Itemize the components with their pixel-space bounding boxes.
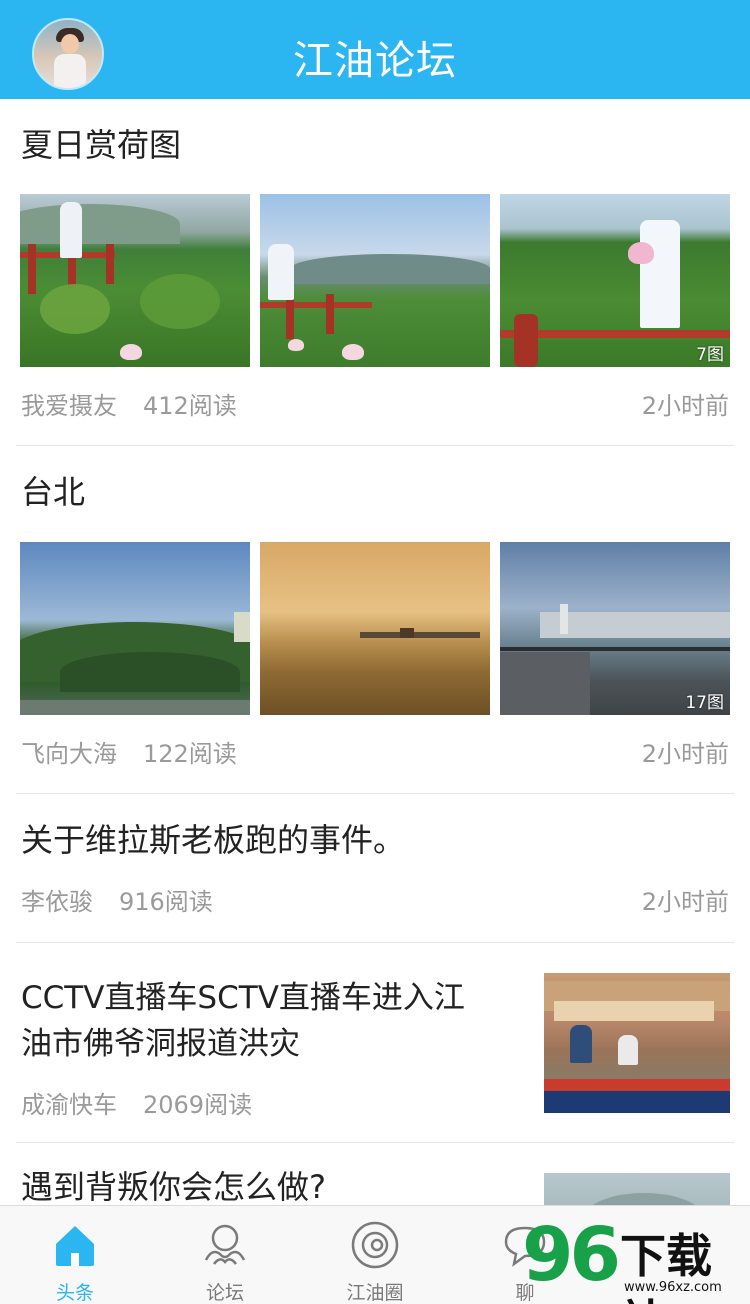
building-shape: [234, 612, 250, 642]
article-image[interactable]: 17图: [500, 542, 730, 715]
person-figure: [618, 1035, 638, 1065]
lotus-flower: [120, 344, 142, 360]
person-figure: [60, 202, 82, 258]
railing-post: [286, 294, 294, 339]
post-time: 2小时前: [641, 888, 729, 916]
app-header: 江油论坛: [0, 0, 750, 99]
article-meta: 成渝快车 2069阅读: [21, 1085, 252, 1120]
tab-headlines[interactable]: 头条: [0, 1206, 150, 1304]
shore: [20, 700, 250, 715]
railing: [260, 302, 372, 308]
article-title: 遇到背叛你会怎么做?: [21, 1168, 326, 1205]
watermark-number: 96: [522, 1212, 621, 1298]
tab-label: 江油圈: [346, 1282, 404, 1304]
article-image[interactable]: [20, 542, 250, 715]
railing: [500, 647, 730, 651]
city-skyline: [540, 612, 730, 638]
island-shape: [360, 632, 480, 638]
tab-label: 头条: [55, 1282, 94, 1304]
tab-forum[interactable]: 论坛: [150, 1206, 300, 1304]
fan-shape: [628, 242, 654, 264]
building-sign: [554, 1001, 714, 1021]
article-title: 夏日赏荷图: [21, 126, 182, 164]
mountain-shape: [290, 254, 490, 284]
article-meta: 飞向大海 122阅读: [21, 734, 237, 769]
page-title: 江油论坛: [293, 38, 457, 84]
read-count: 412阅读: [143, 392, 237, 420]
promenade: [500, 652, 590, 715]
post-time: 2小时前: [641, 740, 729, 768]
tab-label: 论坛: [205, 1282, 244, 1304]
article-title-line: CCTV直播车SCTV直播车进入江: [21, 980, 465, 1016]
person-figure: [268, 244, 294, 300]
news-ticker: [544, 1091, 730, 1113]
structure-shape: [400, 628, 414, 638]
author-name[interactable]: 成渝快车: [21, 1091, 117, 1119]
railing-post: [514, 314, 538, 367]
tree-shape: [60, 652, 240, 692]
image-count-badge: 7图: [696, 345, 724, 365]
article-title: 关于维拉斯老板跑的事件。: [21, 821, 406, 859]
read-count: 916阅读: [119, 888, 213, 916]
mountain-shape: [20, 204, 180, 244]
circle-icon: [351, 1221, 399, 1269]
article-title: CCTV直播车SCTV直播车进入江 油市佛爷洞报道洪灾: [21, 975, 521, 1067]
article-item[interactable]: 夏日赏荷图 7图 我爱摄友 412阅读 2小时前: [0, 99, 750, 445]
article-meta: 李依骏 916阅读: [21, 882, 213, 917]
forum-icon: [204, 1224, 246, 1265]
article-image[interactable]: [260, 194, 490, 367]
railing-post: [326, 294, 334, 334]
article-image[interactable]: 7图: [500, 194, 730, 367]
article-item[interactable]: 遇到背叛你会怎么做?: [0, 1143, 750, 1205]
site-watermark: 96 下载站 www.96xz.com: [522, 1212, 750, 1304]
lotus-leaf: [140, 274, 220, 329]
article-item[interactable]: CCTV直播车SCTV直播车进入江 油市佛爷洞报道洪灾 成渝快车 2069阅读: [0, 943, 750, 1142]
lotus-flower: [288, 339, 304, 351]
article-image[interactable]: [544, 973, 730, 1113]
read-count: 2069阅读: [143, 1091, 253, 1119]
lotus-flower: [342, 344, 364, 360]
tab-circle[interactable]: 江油圈: [300, 1206, 450, 1304]
railing-post: [28, 244, 36, 294]
building-shape: [560, 604, 568, 634]
image-count-badge: 17图: [685, 693, 724, 713]
news-ticker: [544, 1079, 730, 1091]
article-meta: 我爱摄友 412阅读: [21, 386, 237, 421]
person-figure: [570, 1025, 592, 1063]
article-title-line: 油市佛爷洞报道洪灾: [21, 1026, 300, 1062]
watermark-url: www.96xz.com: [624, 1280, 722, 1295]
read-count: 122阅读: [143, 740, 237, 768]
article-image[interactable]: [260, 542, 490, 715]
article-title: 台北: [21, 473, 86, 511]
post-time: 2小时前: [641, 392, 729, 420]
home-icon: [56, 1226, 94, 1266]
railing-post: [106, 244, 114, 284]
article-item[interactable]: 台北 17图 飞向大海 122阅读 2小时前: [0, 446, 750, 793]
news-feed[interactable]: 夏日赏荷图 7图 我爱摄友 412阅读 2小时前 台北 17图 飞向大海 122…: [0, 99, 750, 1205]
person-figure: [640, 220, 680, 328]
author-name[interactable]: 飞向大海: [21, 740, 117, 768]
lotus-leaf: [40, 284, 110, 334]
article-image[interactable]: [544, 1173, 730, 1205]
mountain-shape: [584, 1193, 704, 1205]
author-name[interactable]: 我爱摄友: [21, 392, 117, 420]
author-name[interactable]: 李依骏: [21, 888, 93, 916]
article-item[interactable]: 关于维拉斯老板跑的事件。 李依骏 916阅读 2小时前: [0, 794, 750, 942]
article-image[interactable]: [20, 194, 250, 367]
